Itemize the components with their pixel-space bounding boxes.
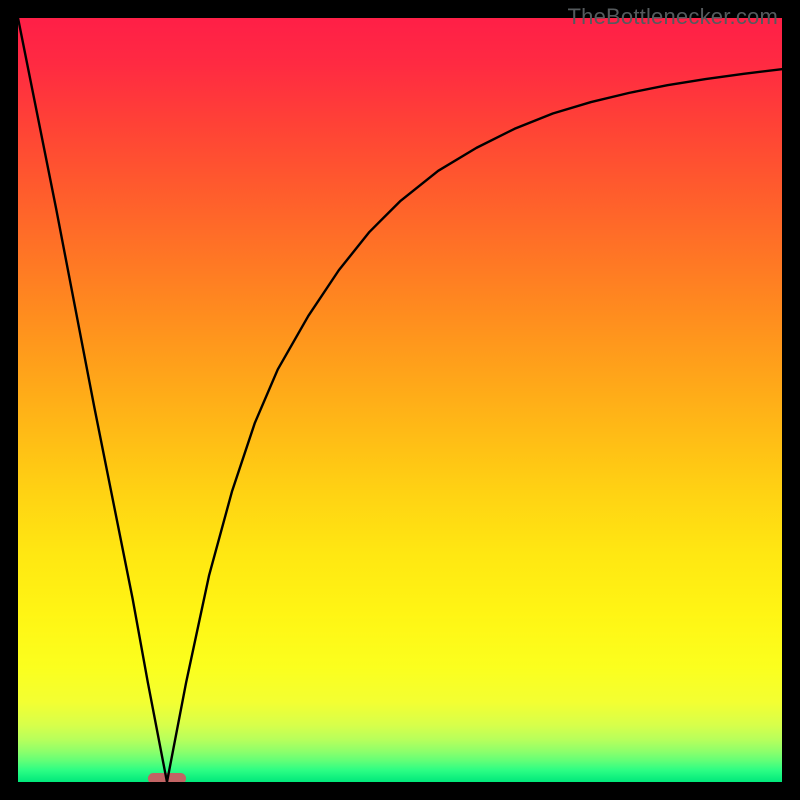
chart-frame	[18, 18, 782, 782]
watermark-text: TheBottlenecker.com	[568, 4, 778, 30]
chart-background	[18, 18, 782, 782]
bottleneck-chart	[18, 18, 782, 782]
